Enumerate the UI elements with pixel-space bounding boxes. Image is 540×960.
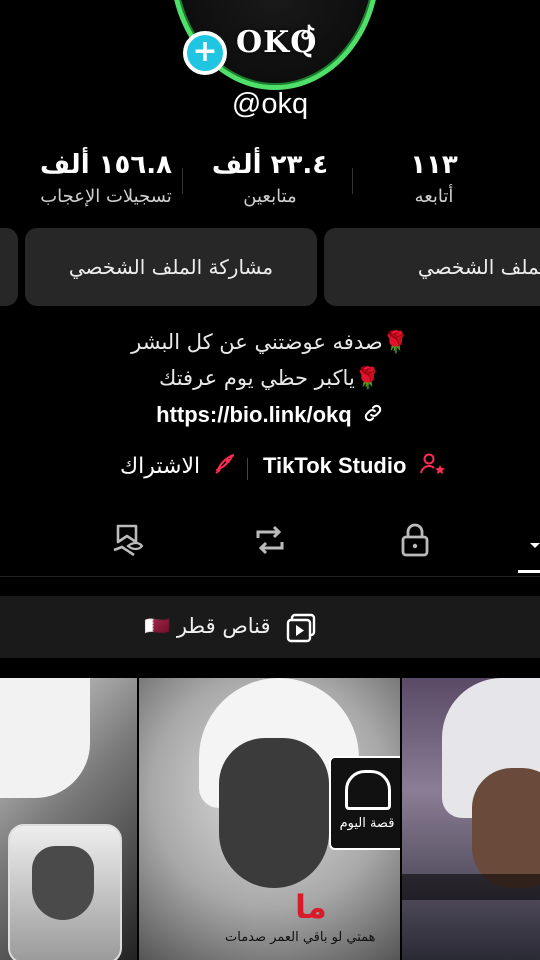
active-tab-indicator — [518, 570, 540, 573]
thumbnail-image — [0, 678, 90, 798]
repost-icon — [256, 525, 284, 555]
edit-profile-label: تعديل الملف الشخصي — [417, 255, 540, 279]
bio-link[interactable]: https://bio.link/okq — [156, 402, 352, 427]
likes-label: تسجيلات الإعجاب — [40, 186, 172, 207]
likes-count: ١٥٦.٨ ألف — [39, 150, 173, 180]
extra-button[interactable] — [0, 228, 18, 306]
followers-label: متابعين — [243, 186, 297, 207]
followers-stat[interactable]: ٢٣.٤ ألف متابعين — [190, 150, 350, 207]
tiktok-logo-icon — [296, 22, 318, 44]
likes-stat[interactable]: ١٥٦.٨ ألف تسجيلات الإعجاب — [26, 150, 186, 207]
tab-private[interactable] — [395, 520, 435, 560]
tiktok-studio-link[interactable]: TikTok Studio — [263, 452, 447, 482]
lock-icon — [401, 523, 429, 557]
tab-separator — [0, 576, 540, 577]
following-label: أتابعه — [414, 186, 454, 207]
thumbnail-caption: همتي لو باقي العمر صدمات — [225, 930, 376, 945]
following-stat[interactable]: ١١٣ أتابعه — [354, 150, 514, 207]
story-badge: قصة اليوم — [329, 756, 400, 850]
share-profile-button[interactable]: مشاركة الملف الشخصي — [25, 228, 317, 306]
thumbnail-inset-frame — [8, 824, 122, 960]
edit-profile-button[interactable]: تعديل الملف الشخصي — [324, 228, 540, 306]
username: @okq — [231, 88, 309, 120]
thumbnail-portrait — [219, 738, 329, 888]
playlist-label: قناص قطر 🇶🇦 — [144, 614, 271, 638]
creator-star-icon — [419, 452, 447, 482]
link-icon — [362, 402, 384, 430]
following-count: ١١٣ — [410, 150, 458, 180]
hidden-like-icon — [113, 524, 144, 557]
video-thumbnail[interactable] — [402, 678, 540, 960]
tab-videos[interactable] — [530, 536, 540, 555]
thumbnail-portrait — [472, 768, 540, 888]
video-thumbnail[interactable]: قصة اليوم ما همتي لو باقي العمر صدمات — [139, 678, 400, 960]
stat-divider — [182, 168, 183, 194]
tab-liked-hidden[interactable] — [108, 520, 148, 560]
row-divider — [247, 458, 248, 480]
stat-divider — [352, 168, 353, 194]
add-avatar-button[interactable]: + — [183, 31, 227, 75]
followers-count: ٢٣.٤ ألف — [211, 150, 329, 180]
video-thumbnail[interactable] — [0, 678, 137, 960]
headphones-icon — [345, 770, 391, 810]
bio-line-2: ياكبر حظي يوم عرفتك🌹 — [159, 366, 381, 390]
thumbnail-subtitle-bar — [402, 874, 540, 900]
thumbnail-caption-large: ما — [295, 888, 327, 926]
playlist-icon — [285, 612, 317, 648]
chevron-down-icon — [530, 543, 540, 548]
subscribe-label: الاشتراك — [120, 454, 201, 479]
rocket-icon — [213, 452, 239, 482]
story-badge-text: قصة اليوم — [339, 816, 395, 831]
studio-label: TikTok Studio — [263, 452, 407, 478]
thumbnail-portrait — [32, 846, 94, 920]
subscribe-link[interactable]: الاشتراك — [120, 452, 239, 482]
bio-line-1: صدفه عوضتني عن كل البشر🌹 — [131, 330, 409, 354]
tab-reposts[interactable] — [250, 520, 290, 560]
bio-link-row[interactable]: https://bio.link/okq — [0, 402, 540, 430]
